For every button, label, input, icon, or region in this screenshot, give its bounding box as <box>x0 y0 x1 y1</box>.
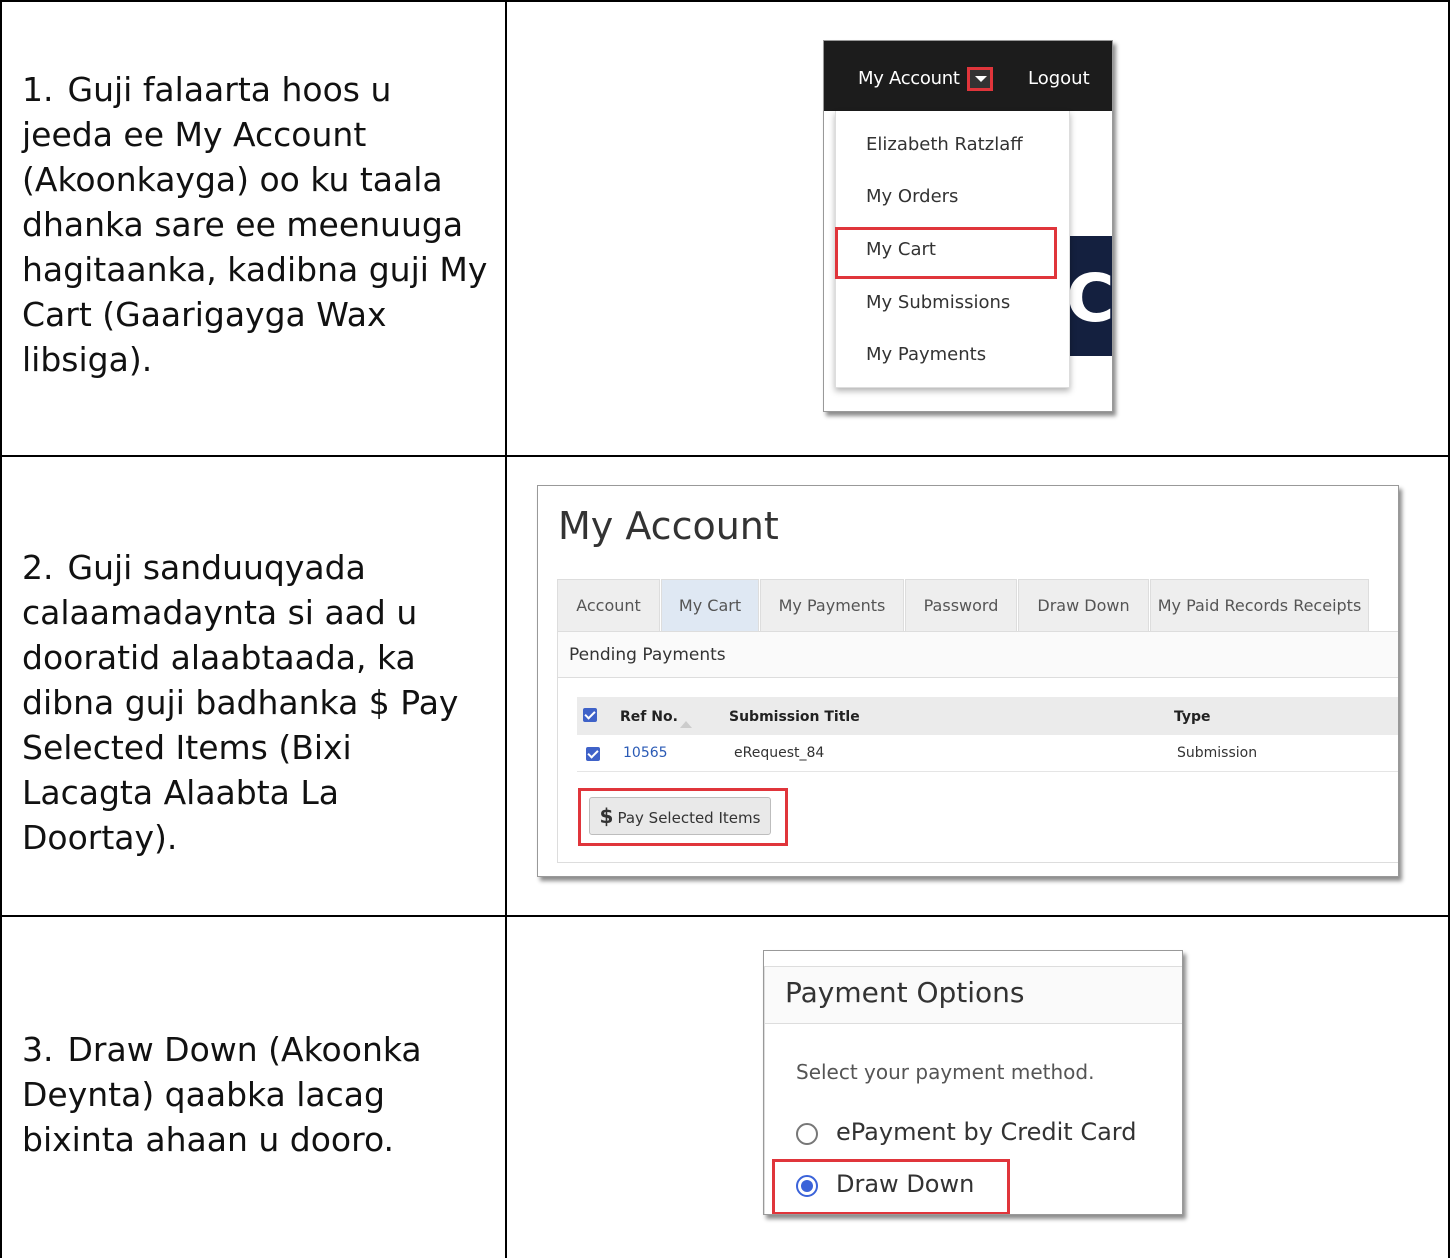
panel-title: Pending Payments <box>558 632 1398 678</box>
tab-draw-down[interactable]: Draw Down <box>1018 579 1149 631</box>
menu-item-my-orders[interactable]: My Orders <box>866 186 958 207</box>
pay-button-label: Pay Selected Items <box>617 809 761 827</box>
my-cart-highlight <box>835 227 1057 279</box>
background-banner: CS <box>1064 236 1113 356</box>
column-submission-title[interactable]: Submission Title <box>729 709 860 725</box>
step-1-number: 1. <box>22 70 54 109</box>
my-account-link[interactable]: My Account <box>858 68 960 89</box>
logout-link[interactable]: Logout <box>1028 68 1090 89</box>
sort-ascending-icon[interactable] <box>680 721 692 728</box>
top-navbar: My Account Logout <box>824 41 1112 111</box>
type-cell: Submission <box>1177 745 1258 761</box>
tab-my-payments[interactable]: My Payments <box>760 579 904 631</box>
pay-button-highlight: $ Pay Selected Items <box>578 788 788 846</box>
pending-payments-panel: Pending Payments Ref No. Submission Titl… <box>557 631 1398 863</box>
step-1-body: Guji falaarta hoos u jeeda ee My Account… <box>22 70 488 379</box>
column-ref-no[interactable]: Ref No. <box>620 709 678 725</box>
row-checkbox[interactable] <box>586 747 600 761</box>
menu-item-my-submissions[interactable]: My Submissions <box>866 292 1010 313</box>
draw-down-highlight <box>772 1159 1010 1214</box>
credit-card-option-label[interactable]: ePayment by Credit Card <box>836 1118 1136 1146</box>
row-divider-1 <box>0 455 1450 457</box>
select-all-checkbox[interactable] <box>583 708 597 722</box>
tab-my-cart[interactable]: My Cart <box>661 579 759 631</box>
column-divider <box>505 0 507 1258</box>
menu-item-user-name[interactable]: Elizabeth Ratzlaff <box>866 134 1023 155</box>
dropdown-toggle-button[interactable] <box>967 67 993 91</box>
page-title: My Account <box>558 504 779 548</box>
step-2-text: 2. Guji sanduuqyada calaamadaynta si aad … <box>22 545 492 860</box>
step-2-body: Guji sanduuqyada calaamadaynta si aad u … <box>22 548 459 857</box>
submission-title-cell: eRequest_84 <box>734 745 825 761</box>
table-header: Ref No. Submission Title Type <box>577 697 1398 735</box>
step-3-text: 3. Draw Down (Akoonka Deynta) qaabka laca… <box>22 1027 492 1162</box>
account-dropdown-screenshot: My Account Logout CS Elizabeth Ratzlaff … <box>823 40 1113 412</box>
step-3-number: 3. <box>22 1030 54 1069</box>
column-type[interactable]: Type <box>1174 709 1211 725</box>
ref-number-link[interactable]: 10565 <box>623 745 668 761</box>
step-1-text: 1. Guji falaarta hoos u jeeda ee My Accou… <box>22 67 492 382</box>
pay-selected-items-button[interactable]: $ Pay Selected Items <box>589 797 771 835</box>
tab-account[interactable]: Account <box>557 579 660 631</box>
tab-my-paid-records-receipts[interactable]: My Paid Records Receipts <box>1150 579 1369 631</box>
table-border-top <box>0 0 1450 2</box>
payment-options-screenshot: Payment Options Select your payment meth… <box>763 950 1183 1215</box>
my-cart-screenshot: My Account Account My Cart My Payments P… <box>537 485 1399 877</box>
credit-card-radio[interactable] <box>796 1123 818 1145</box>
row-divider-2 <box>0 915 1450 917</box>
dollar-icon: $ <box>599 804 614 828</box>
caret-down-icon <box>975 76 987 82</box>
table-row: 10565 eRequest_84 Submission <box>577 735 1398 772</box>
panel-title: Payment Options <box>765 967 1182 1024</box>
step-2-number: 2. <box>22 548 54 587</box>
step-3-body: Draw Down (Akoonka Deynta) qaabka lacag … <box>22 1030 422 1159</box>
table-border-left <box>0 0 2 1258</box>
banner-fragment-text: CS <box>1066 260 1113 337</box>
menu-item-my-payments[interactable]: My Payments <box>866 344 986 365</box>
payment-method-label: Select your payment method. <box>796 1060 1095 1084</box>
tab-password[interactable]: Password <box>905 579 1017 631</box>
